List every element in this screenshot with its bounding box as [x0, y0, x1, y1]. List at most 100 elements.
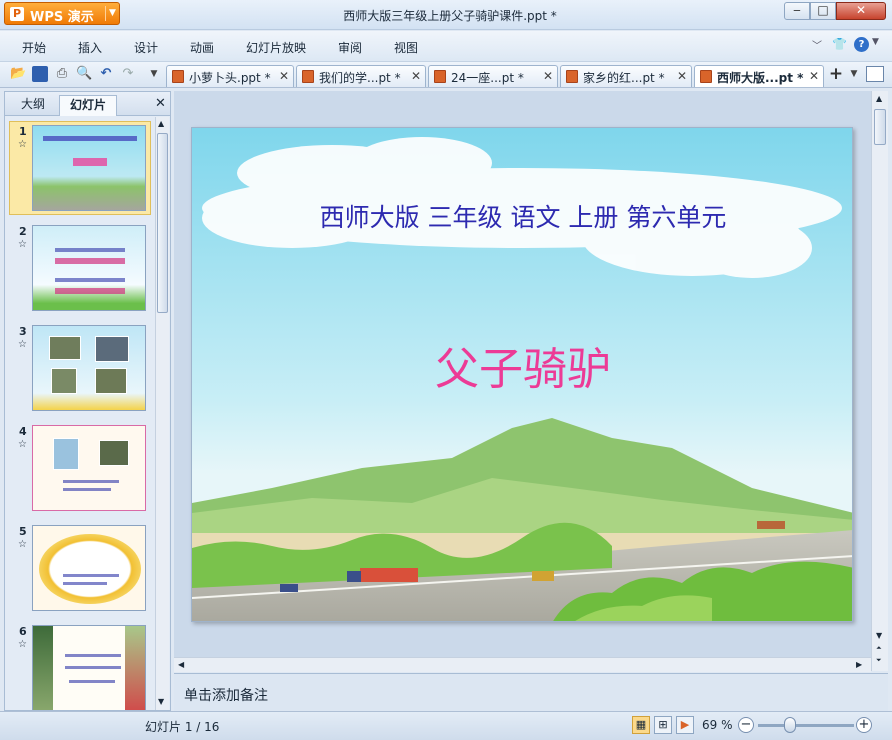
menu-slideshow[interactable]: 幻灯片放映 [246, 39, 306, 56]
tab-doc-1[interactable]: 小萝卜头.ppt * ✕ [166, 65, 294, 87]
menu-right-controls: ﹀ 👕 ? ▼ [812, 37, 887, 55]
zoom-slider-track[interactable] [758, 724, 854, 727]
previous-slide-icon[interactable]: ⏶ [876, 644, 882, 653]
tab-label: 我们的学...pt * [319, 71, 401, 85]
tab-doc-3[interactable]: 24一座...pt * ✕ [428, 65, 558, 87]
tab-slides[interactable]: 幻灯片 [59, 95, 117, 116]
menu-animation[interactable]: 动画 [190, 39, 214, 56]
thumb-text-line [63, 582, 107, 585]
tab-list-dropdown-icon[interactable]: ▼ [846, 66, 862, 82]
thumbnail-scrollbar[interactable]: ▲ ▼ [155, 117, 169, 710]
menu-design[interactable]: 设计 [134, 39, 158, 56]
quick-access-toolbar: 📂 ⎙ 🔍 ↶ ↷ ▼ 小萝卜头.ppt * ✕ 我们的学...pt * ✕ 2… [0, 61, 892, 88]
tab-close-icon[interactable]: ✕ [411, 69, 421, 83]
zoom-out-button[interactable]: − [738, 717, 754, 733]
animation-star-icon: ☆ [18, 639, 27, 650]
ppt-file-icon [434, 70, 446, 83]
slide-sorter-view-button[interactable]: ⊞ [654, 716, 672, 734]
next-slide-icon[interactable]: ⏷ [876, 656, 882, 665]
tab-label: 小萝卜头.ppt * [189, 71, 271, 85]
new-tab-button[interactable]: + [828, 66, 844, 83]
slide-indicator: 幻灯片 1 / 16 [145, 720, 220, 734]
customize-toolbar-icon[interactable]: ▼ [146, 66, 162, 82]
scroll-down-icon[interactable]: ▼ [876, 631, 882, 640]
skin-icon[interactable]: 👕 [832, 37, 847, 51]
zoom-in-button[interactable]: + [856, 717, 872, 733]
slide-thumbnail-3[interactable] [32, 325, 146, 411]
open-folder-icon[interactable]: 📂 [10, 66, 26, 82]
window-layout-icon[interactable] [866, 66, 884, 82]
menu-home[interactable]: 开始 [22, 39, 46, 56]
menu-bar: 开始 插入 设计 动画 幻灯片放映 审阅 视图 ﹀ 👕 ? ▼ [0, 31, 892, 61]
thumbnail-number: 3 [19, 325, 27, 338]
thumb-text-line [55, 248, 125, 252]
minimize-button[interactable]: ‒ [784, 2, 810, 20]
pane-tabs: 大纲 幻灯片 ✕ [5, 92, 170, 116]
notes-pane[interactable]: 单击添加备注 [174, 673, 888, 711]
scrollbar-thumb[interactable] [874, 109, 886, 145]
tab-doc-2[interactable]: 我们的学...pt * ✕ [296, 65, 426, 87]
animation-star-icon: ☆ [18, 339, 27, 350]
thumb-subtitle-line [43, 136, 137, 141]
thumb-photo [51, 368, 77, 394]
tab-close-icon[interactable]: ✕ [677, 69, 687, 83]
thumb-photo [49, 336, 81, 360]
tab-close-icon[interactable]: ✕ [809, 69, 819, 83]
thumbnail-number: 1 [19, 125, 27, 138]
slide-thumbnail-4[interactable] [32, 425, 146, 511]
scroll-up-icon[interactable]: ▲ [158, 119, 164, 128]
tab-close-icon[interactable]: ✕ [279, 69, 289, 83]
slideshow-view-button[interactable]: ▶ [676, 716, 694, 734]
print-icon[interactable]: ⎙ [54, 66, 70, 82]
animation-star-icon: ☆ [18, 439, 27, 450]
thumb-text-line [63, 480, 119, 483]
slide-thumbnail-1[interactable] [32, 125, 146, 211]
ppt-file-icon [172, 70, 184, 83]
zoom-slider-handle[interactable] [784, 717, 796, 733]
slide-thumbnail-6[interactable] [32, 625, 146, 710]
menu-view[interactable]: 视图 [394, 39, 418, 56]
zoom-level[interactable]: 69 % [702, 718, 733, 732]
notes-placeholder[interactable]: 单击添加备注 [184, 685, 268, 705]
help-dropdown-icon[interactable]: ▼ [872, 37, 879, 47]
scroll-left-icon[interactable]: ◀ [178, 660, 184, 669]
tab-close-icon[interactable]: ✕ [543, 69, 553, 83]
menu-review[interactable]: 审阅 [338, 39, 362, 56]
editor-horizontal-scrollbar[interactable]: ◀ ▶ [174, 657, 871, 672]
maximize-button[interactable]: □ [810, 2, 836, 20]
editor-vertical-scrollbar[interactable]: ▲ ▼ ⏶ ⏷ [871, 91, 888, 671]
help-icon[interactable]: ? [854, 37, 869, 52]
thumb-text-line [63, 488, 111, 491]
scroll-down-icon[interactable]: ▼ [158, 697, 164, 706]
wps-app-label: WPS 演示 [30, 10, 94, 25]
slide-title[interactable]: 父子骑驴 [192, 333, 852, 397]
thumb-text-line [69, 680, 115, 683]
tab-outline[interactable]: 大纲 [9, 95, 57, 116]
slide-subtitle[interactable]: 西师大版 三年级 语文 上册 第六单元 [192, 198, 852, 234]
tab-doc-4[interactable]: 家乡的红...pt * ✕ [560, 65, 692, 87]
ppt-file-icon [566, 70, 578, 83]
animation-star-icon: ☆ [18, 139, 27, 150]
thumbnail-number: 5 [19, 525, 27, 538]
ppt-file-icon [700, 70, 712, 83]
current-slide[interactable]: 西师大版 三年级 语文 上册 第六单元 父子骑驴 [191, 127, 853, 622]
collapse-ribbon-icon[interactable]: ﹀ [812, 37, 822, 52]
scrollbar-thumb[interactable] [157, 133, 168, 313]
chevron-down-icon[interactable]: ▼ [105, 6, 119, 21]
scroll-up-icon[interactable]: ▲ [876, 94, 882, 103]
redo-icon[interactable]: ↷ [120, 66, 136, 82]
undo-icon[interactable]: ↶ [98, 66, 114, 82]
normal-view-button[interactable]: ▦ [632, 716, 650, 734]
thumbnail-number: 2 [19, 225, 27, 238]
menu-insert[interactable]: 插入 [78, 39, 102, 56]
slide-thumbnail-5[interactable] [32, 525, 146, 611]
pane-close-icon[interactable]: ✕ [155, 96, 166, 111]
close-window-button[interactable]: ✕ [836, 2, 886, 20]
slide-thumbnail-2[interactable] [32, 225, 146, 311]
wps-app-menu-button[interactable]: P WPS 演示 ▼ [4, 2, 120, 25]
tab-doc-5-active[interactable]: 西师大版...pt * ✕ [694, 65, 824, 87]
status-bar: 幻灯片 1 / 16 ▦ ⊞ ▶ 69 % − + [0, 711, 892, 740]
scroll-right-icon[interactable]: ▶ [856, 660, 862, 669]
save-icon[interactable] [32, 66, 48, 82]
print-preview-icon[interactable]: 🔍 [76, 66, 92, 82]
